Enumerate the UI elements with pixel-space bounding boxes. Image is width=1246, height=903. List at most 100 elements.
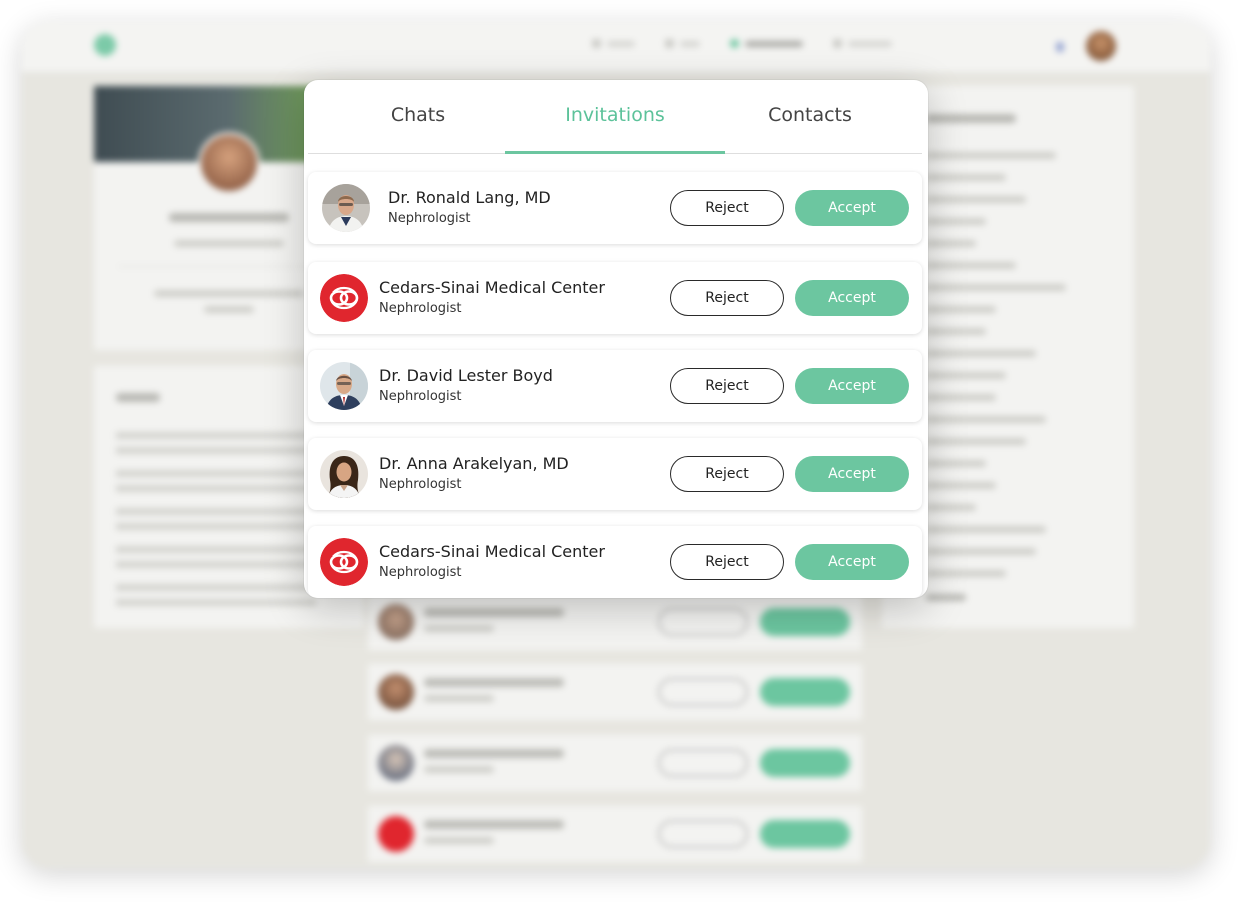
invitation-role: Nephrologist	[379, 477, 462, 492]
nav-home-icon	[592, 39, 601, 48]
nav-settings-icon	[833, 39, 842, 48]
jobs-line	[926, 416, 1046, 423]
background-avatar	[378, 745, 414, 781]
jobs-line	[926, 350, 1036, 357]
doctor-photo-avatar	[320, 362, 368, 410]
background-nav-item	[665, 39, 700, 48]
invitation-name: Dr. Ronald Lang, MD	[388, 188, 551, 207]
jobs-line	[926, 196, 1026, 203]
background-nav	[592, 39, 892, 48]
background-avatar	[378, 604, 414, 640]
background-line	[424, 695, 494, 702]
profile-address-blurred	[134, 286, 324, 318]
background-invite-row	[368, 735, 862, 791]
background-line	[424, 678, 564, 687]
invitation-name: Dr. David Lester Boyd	[379, 366, 553, 385]
tab-chats[interactable]: Chats	[314, 104, 522, 154]
background-avatar	[378, 674, 414, 710]
jobs-line	[926, 460, 986, 467]
active-tab-indicator	[505, 151, 725, 154]
invitation-card: Dr. Anna Arakelyan, MD Nephrologist Reje…	[308, 438, 922, 510]
logo-icon	[94, 34, 116, 56]
invitation-name: Cedars-Sinai Medical Center	[379, 542, 605, 561]
background-accept-button	[760, 820, 850, 848]
background-accept-button	[760, 678, 850, 706]
background-accept-button	[760, 608, 850, 636]
background-nav-item	[592, 39, 635, 48]
background-logo	[94, 34, 124, 56]
nav-jobs-icon	[665, 39, 674, 48]
jobs-line	[926, 328, 986, 335]
accept-button[interactable]: Accept	[795, 280, 909, 316]
nav-messaging-icon	[730, 39, 739, 48]
invitation-role: Nephrologist	[379, 301, 462, 316]
background-invite-row	[368, 594, 862, 650]
background-accept-button	[760, 749, 850, 777]
notification-icon	[1056, 42, 1064, 52]
user-avatar	[1086, 31, 1116, 61]
accept-button[interactable]: Accept	[795, 368, 909, 404]
background-invite-row	[368, 664, 862, 720]
tab-invitations[interactable]: Invitations	[505, 104, 725, 154]
invitation-role: Nephrologist	[379, 389, 462, 404]
reject-button[interactable]: Reject	[670, 190, 784, 226]
background-line	[424, 766, 494, 773]
jobs-line	[926, 218, 986, 225]
background-invite-row	[368, 806, 862, 862]
reject-button[interactable]: Reject	[670, 456, 784, 492]
jobs-title-blurred	[926, 112, 1016, 126]
accept-button[interactable]: Accept	[795, 544, 909, 580]
jobs-line	[926, 438, 1026, 445]
jobs-line	[926, 372, 1006, 379]
cedars-sinai-logo-icon	[320, 274, 368, 322]
recent-item	[116, 432, 316, 458]
background-nav-item	[833, 39, 892, 48]
background-line	[424, 820, 564, 829]
recent-item	[116, 584, 316, 610]
reject-button[interactable]: Reject	[670, 544, 784, 580]
cedars-sinai-logo-icon	[320, 538, 368, 586]
recent-item	[116, 508, 316, 534]
background-reject-button	[658, 749, 748, 777]
doctor-photo-avatar	[320, 450, 368, 498]
jobs-line	[926, 152, 1056, 159]
jobs-line	[926, 526, 1046, 533]
background-line	[424, 625, 494, 632]
background-line	[424, 608, 564, 617]
jobs-line	[926, 284, 1066, 291]
invitation-card: Dr. Ronald Lang, MD Nephrologist Reject …	[308, 172, 922, 244]
jobs-line	[926, 262, 1016, 269]
invitation-role: Nephrologist	[379, 565, 462, 580]
reject-button[interactable]: Reject	[670, 280, 784, 316]
jobs-line	[926, 240, 976, 247]
background-line	[424, 749, 564, 758]
background-line	[424, 837, 494, 844]
reject-button[interactable]: Reject	[670, 368, 784, 404]
background-reject-button	[658, 678, 748, 706]
jobs-line	[926, 482, 996, 489]
tab-bar: Chats Invitations Contacts	[304, 80, 928, 154]
invitation-card: Dr. David Lester Boyd Nephrologist Rejec…	[308, 350, 922, 422]
jobs-line	[926, 394, 996, 401]
jobs-line	[926, 306, 996, 313]
background-avatar	[378, 816, 414, 852]
background-reject-button	[658, 820, 748, 848]
invitation-name: Dr. Anna Arakelyan, MD	[379, 454, 569, 473]
recent-item	[116, 470, 316, 496]
recent-title-blurred	[116, 390, 160, 405]
jobs-line	[926, 594, 966, 601]
accept-button[interactable]: Accept	[795, 456, 909, 492]
invitation-name: Cedars-Sinai Medical Center	[379, 278, 605, 297]
accept-button[interactable]: Accept	[795, 190, 909, 226]
invitations-modal: Chats Invitations Contacts Dr. Ronald La…	[304, 80, 928, 598]
profile-avatar	[198, 132, 260, 194]
background-reject-button	[658, 608, 748, 636]
doctor-photo-avatar	[322, 184, 370, 232]
invitation-role: Nephrologist	[388, 211, 471, 226]
jobs-line	[926, 504, 976, 511]
invitation-card: Cedars-Sinai Medical Center Nephrologist…	[308, 526, 922, 598]
tab-contacts[interactable]: Contacts	[710, 104, 910, 154]
background-nav-item	[730, 39, 803, 48]
jobs-line	[926, 174, 1006, 181]
background-top-bar	[22, 22, 1210, 73]
